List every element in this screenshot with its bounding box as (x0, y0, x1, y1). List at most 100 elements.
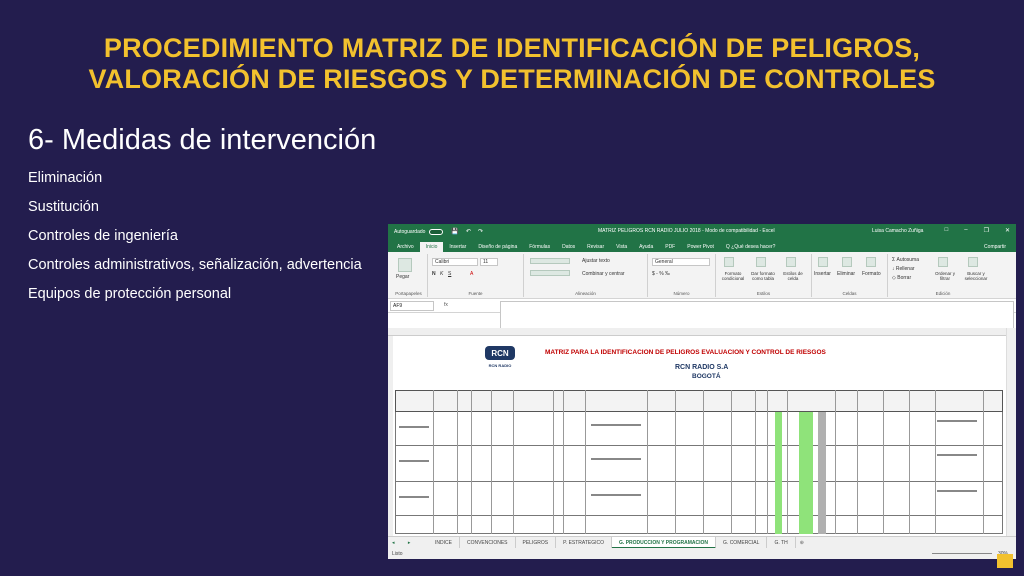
paste-button[interactable]: Pegar (396, 274, 409, 280)
fx-icon[interactable]: fx (444, 302, 448, 308)
fill-label: Rellenar (895, 266, 915, 272)
sheet-tab[interactable]: G. COMERCIAL (716, 536, 768, 549)
add-sheet-icon[interactable]: ⊕ (800, 540, 804, 546)
formula-bar: AF9 fx (388, 299, 1016, 329)
tab-formulas[interactable]: Fórmulas (523, 242, 556, 252)
autosum-button[interactable]: Σ Autosuma (892, 257, 919, 263)
close-icon[interactable]: ✕ (1005, 227, 1010, 234)
format-table-button[interactable]: Dar formato como tabla (748, 271, 778, 281)
sort-filter-button[interactable]: Ordenar y filtrar (932, 271, 958, 281)
column-headers (388, 328, 1006, 336)
save-icon[interactable]: 💾 (451, 228, 458, 235)
table-row (395, 482, 1003, 516)
level-column-green (775, 412, 782, 534)
insert-cells-button[interactable]: Insertar (814, 271, 831, 277)
merge-center-button[interactable]: Combinar y centrar (582, 271, 625, 277)
tab-pdf[interactable]: PDF (659, 242, 681, 252)
sheet-tab[interactable]: CONVENCIONES (460, 536, 516, 549)
align-top-icons[interactable] (530, 258, 570, 264)
delete-cells-button[interactable]: Eliminar (837, 271, 855, 277)
restore-icon[interactable]: ❐ (984, 227, 989, 234)
autosave-toggle[interactable]: Autoguardado (394, 228, 444, 235)
undo-icon[interactable]: ↶ (466, 228, 471, 235)
align-center-icons[interactable] (530, 270, 570, 276)
sheet-tab-active[interactable]: G. PRODUCCION Y PROGRAMACION (612, 536, 717, 549)
sheet-tab[interactable]: INDICE (428, 536, 460, 549)
grid-line (883, 390, 884, 534)
group-label: Portapapeles (395, 291, 422, 296)
format-cells-icon[interactable] (866, 257, 876, 267)
table-row (395, 516, 1003, 534)
sheet-tab[interactable]: P. ESTRATEGICO (556, 536, 613, 549)
tell-me-search[interactable]: Q ¿Qué desea hacer? (720, 242, 781, 252)
tab-power-pivot[interactable]: Power Pivot (681, 242, 720, 252)
grid-line (835, 390, 836, 534)
slide-subtitle: 6- Medidas de intervención (28, 124, 377, 156)
underline-icon[interactable]: S (448, 271, 451, 277)
grid-line (563, 390, 564, 534)
tab-archivo[interactable]: Archivo (391, 242, 420, 252)
find-select-button[interactable]: Buscar y seleccionar (960, 271, 992, 281)
tab-diseno-pagina[interactable]: Diseño de página (472, 242, 523, 252)
format-cells-button[interactable]: Formato (862, 271, 881, 277)
minimize-icon[interactable]: – (964, 227, 967, 234)
cell-text-placeholder (591, 424, 641, 426)
rcn-logo: RCN RCN RADIO (483, 344, 517, 370)
clear-button[interactable]: ◇ Borrar (892, 275, 911, 281)
title-line-2: VALORACIÓN DE RIESGOS Y DETERMINACIÓN DE… (88, 64, 936, 94)
vertical-scrollbar[interactable] (1006, 328, 1016, 536)
tab-inicio[interactable]: Inicio (419, 242, 444, 252)
sheet-tab[interactable]: G. TH (767, 536, 796, 549)
cell-text-placeholder (591, 458, 641, 460)
font-name-select[interactable]: Calibri (432, 258, 478, 266)
share-button[interactable]: Compartir (978, 242, 1012, 252)
formula-input[interactable] (500, 301, 1014, 329)
delete-cells-icon[interactable] (842, 257, 852, 267)
grid-line (585, 390, 586, 534)
redo-icon[interactable]: ↷ (478, 228, 483, 235)
tab-revisar[interactable]: Revisar (581, 242, 610, 252)
italic-icon[interactable]: K (440, 271, 443, 277)
format-table-icon[interactable] (756, 257, 766, 267)
insert-cells-icon[interactable] (818, 257, 828, 267)
tab-vista[interactable]: Vista (610, 242, 633, 252)
currency-icon[interactable]: $ - % ‰ (652, 271, 670, 277)
sheet-nav-arrows-icon[interactable]: ◂ ▸ (388, 540, 428, 546)
number-format-select[interactable]: General (652, 258, 710, 266)
font-color-icon[interactable]: A (470, 271, 473, 277)
font-size-select[interactable]: 11 (480, 258, 498, 266)
find-select-icon[interactable] (968, 257, 978, 267)
group-cells: Insertar Eliminar Formato Celdas (812, 254, 888, 297)
sort-filter-icon[interactable] (938, 257, 948, 267)
grid-line (935, 390, 936, 534)
cell-styles-icon[interactable] (786, 257, 796, 267)
tab-insertar[interactable]: Insertar (443, 242, 472, 252)
name-box[interactable]: AF9 (390, 301, 434, 311)
bullet-item: Eliminación (28, 170, 103, 186)
acceptability-column-green (799, 412, 813, 534)
user-name[interactable]: Luisa Camacho Zuñiga (872, 228, 923, 234)
tab-datos[interactable]: Datos (556, 242, 581, 252)
cell-text-placeholder (937, 454, 977, 456)
paste-icon[interactable] (398, 258, 412, 272)
slide-title: PROCEDIMIENTO MATRIZ DE IDENTIFICACIÓN D… (0, 33, 1024, 95)
window-controls: □ – ❐ ✕ (945, 227, 1010, 234)
tab-ayuda[interactable]: Ayuda (633, 242, 659, 252)
wrap-text-button[interactable]: Ajustar texto (582, 258, 610, 264)
logo-text: RCN RADIO (488, 363, 512, 368)
risk-matrix-table (395, 390, 1003, 534)
sheet-content: RCN RCN RADIO MATRIZ PARA LA IDENTIFICAC… (395, 338, 1003, 534)
conditional-format-button[interactable]: Formato condicional (718, 271, 748, 281)
cell-styles-button[interactable]: Estilos de celda (780, 271, 806, 281)
ribbon-display-icon[interactable]: □ (945, 227, 949, 234)
worksheet-grid[interactable]: RCN RCN RADIO MATRIZ PARA LA IDENTIFICAC… (388, 328, 1016, 536)
sheet-tab[interactable]: PELIGROS (516, 536, 557, 549)
fill-button[interactable]: ↓ Rellenar (892, 266, 915, 272)
zoom-slider[interactable] (932, 553, 992, 554)
grid-line (471, 390, 472, 534)
bold-icon[interactable]: N (432, 271, 436, 277)
conditional-format-icon[interactable] (724, 257, 734, 267)
grid-line (755, 390, 756, 534)
grid-line (731, 390, 732, 534)
cell-text-placeholder (591, 494, 641, 496)
